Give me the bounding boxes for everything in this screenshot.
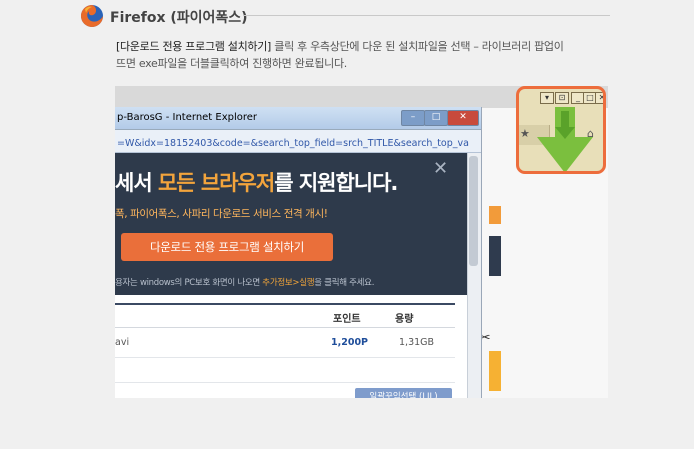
maximize-button[interactable]: □ [424,110,448,126]
firefox-logo-icon [81,5,103,27]
column-header-points: 포인트 [333,314,361,325]
toolbar-menu-icon[interactable]: ▾ [540,92,554,104]
instruction-line2: 뜨면 exe파일을 더블클릭하여 진행하면 완료됩니다. [116,57,347,70]
banner-headline: 세서 모든 브라우저를 지원합니다. [115,167,398,197]
section-header: Firefox (파이어폭스) [80,4,610,28]
promo-banner: ✕ 세서 모든 브라우저를 지원합니다. 폭, 파이어폭스, 사파리 다운로드 … [115,153,467,295]
banner-subline: 폭, 파이어폭스, 사파리 다운로드 서비스 전격 개시! [115,208,328,220]
page-title: Firefox (파이어폭스) [110,10,248,26]
ie-titlebar: p-BarosG - Internet Explorer – □ ✕ [115,107,481,130]
ie-window: p-BarosG - Internet Explorer – □ ✕ =W&id… [115,107,482,398]
note-highlight: 추가정보>실행 [262,278,315,288]
install-program-button[interactable]: 다운로드 전용 프로그램 설치하기 [121,233,333,261]
background-yellow-block [489,351,501,391]
firefox-download-toolbar-callout: ▾ ⊡ _ □ ✕ ★ ⌂ [516,86,606,174]
close-button[interactable]: ✕ [447,110,479,126]
note-suffix: 을 클릭해 주세요. [314,278,375,288]
banner-note: 용자는 windows의 PC보호 화면이 나오면 추가정보>실행을 클릭해 주… [115,276,374,288]
toolbar-window-icon[interactable]: ⊡ [555,92,569,104]
toolbar-close-icon[interactable]: ✕ [595,92,603,104]
file-name-cell: avi [115,337,130,348]
instruction-line1: 클릭 후 우측상단에 다운 된 설치파일을 선택 – 라이브러리 팝업이 [271,40,564,53]
table-row-empty [115,358,455,383]
size-cell: 1,31GB [399,337,435,348]
note-prefix: 용자는 windows의 PC보호 화면이 나오면 [115,278,263,288]
address-bar[interactable]: =W&idx=18152403&code=&search_top_field=s… [115,130,481,153]
ie-window-title: p-BarosG - Internet Explorer [117,112,258,123]
download-arrow-icon[interactable] [537,107,593,173]
table-row[interactable]: avi 1,200P 1,31GB [115,327,455,358]
scrollbar-thumb[interactable] [469,156,478,266]
instruction-text: [다운로드 전용 프로그램 설치하기] 클릭 후 우측상단에 다운 된 설치파일… [116,38,606,72]
headline-prefix: 세서 [115,171,158,195]
column-header-size: 용량 [395,314,414,325]
bookmark-star-icon[interactable]: ★ [520,127,530,140]
address-url: =W&idx=18152403&code=&search_top_field=s… [117,138,469,149]
instruction-highlight: [다운로드 전용 프로그램 설치하기] [116,40,272,53]
banner-close-icon[interactable]: ✕ [433,158,448,179]
headline-suffix: 를 지원합니다. [274,171,398,195]
points-cell: 1,200P [331,337,369,348]
headline-highlight: 모든 브라우저 [157,171,275,195]
background-dark-block [489,236,501,276]
bulk-action-button[interactable]: 일괄꾸임선택 (LIL) [355,388,452,398]
background-orange-block [489,206,501,224]
table-header: 포인트 용량 [115,303,455,328]
title-divider [243,15,610,16]
minimize-button[interactable]: – [401,110,425,126]
